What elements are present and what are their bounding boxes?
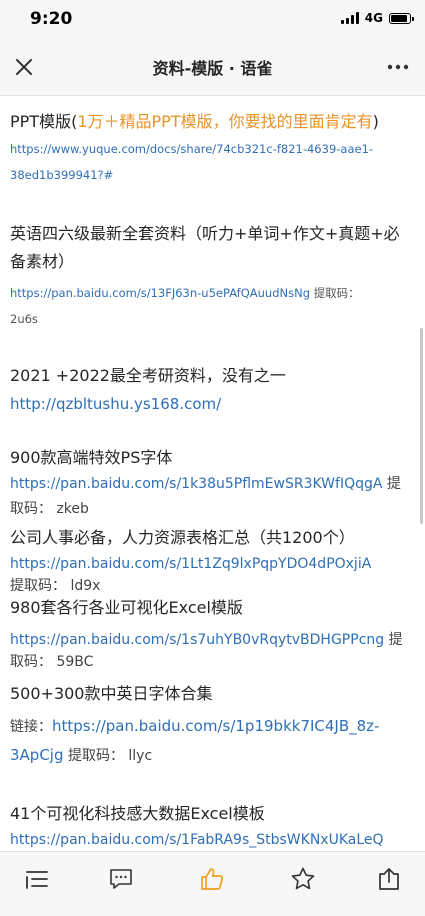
extract-code: 提取码： ld9x	[10, 578, 101, 594]
baidu-link[interactable]: https://pan.baidu.com/s/1s7uhYB0vRqytvBD…	[10, 632, 384, 648]
section-english: 英语四六级最新全套资料（听力+单词+作文+真题+必 备素材） https://p…	[10, 220, 410, 332]
section-heading: 2021 +2022最全考研资料，没有之一	[10, 366, 286, 385]
close-icon[interactable]	[12, 55, 36, 79]
nav-bar: 资料-模版 · 语雀	[0, 38, 425, 96]
section-heading: 41个可视化科技感大数据Excel模板	[10, 804, 265, 823]
network-type: 4G	[364, 11, 383, 25]
status-bar: 9:20 4G	[0, 0, 425, 38]
extract-code: 取码： zkeb	[10, 501, 89, 517]
share-icon[interactable]	[376, 866, 402, 892]
section-ps-fonts: 900款高端特效PS字体 https://pan.baidu.com/s/1k3…	[10, 444, 410, 522]
section-bigdata-excel: 41个可视化科技感大数据Excel模板 https://pan.baidu.co…	[10, 800, 410, 851]
extract-code: 取码： 59BC	[10, 654, 94, 670]
site-link[interactable]: http://qzbltushu.ys168.com/	[10, 390, 410, 418]
baidu-link-cont[interactable]: 3ApCjg	[10, 746, 64, 764]
baidu-link[interactable]: https://pan.baidu.com/s/13FJ63n-u5ePAfQA…	[10, 286, 310, 300]
battery-icon	[389, 12, 414, 24]
section-kaoyan: 2021 +2022最全考研资料，没有之一 http://qzbltushu.y…	[10, 362, 410, 418]
baidu-link[interactable]: https://pan.baidu.com/s/1Lt1Zq9lxPqpYDO4…	[10, 552, 410, 577]
status-indicators: 4G	[340, 11, 414, 25]
section-excel: 980套各行各业可视化Excel模版 https://pan.baidu.com…	[10, 594, 410, 671]
section-hr: 公司人事必备，人力资源表格汇总（共1200个） https://pan.baid…	[10, 524, 410, 595]
section-heading: 980套各行各业可视化Excel模版	[10, 598, 243, 617]
section-heading: 500+300款中英日字体合集	[10, 684, 213, 703]
link-prefix: 链接：	[10, 719, 52, 735]
baidu-link[interactable]: https://pan.baidu.com/s/1p19bkk7IC4JB_8z…	[52, 717, 379, 735]
baidu-link[interactable]: https://pan.baidu.com/s/1k38u5PflmEwSR3K…	[10, 476, 382, 492]
section-heading: 公司人事必备，人力资源表格汇总（共1200个）	[10, 528, 355, 547]
status-time: 9:20	[30, 9, 73, 29]
section-heading: 英语四六级最新全套资料（听力+单词+作文+真题+必 备素材）	[10, 224, 400, 271]
more-icon[interactable]	[385, 55, 411, 79]
section-heading: PPT模版(1万＋精品PPT模版，你要找的里面肯定有)	[10, 112, 379, 131]
code-label: 提取码：	[310, 286, 360, 300]
comment-icon[interactable]	[108, 866, 134, 892]
like-icon[interactable]	[199, 866, 225, 892]
baidu-link[interactable]: https://pan.baidu.com/s/1FabRA9s_StbsWKN…	[10, 828, 410, 851]
scrollbar[interactable]	[420, 328, 423, 524]
bottom-toolbar	[0, 851, 425, 916]
page-title: 资料-模版 · 语雀	[152, 59, 273, 78]
extract-code: 2u6s	[10, 312, 38, 326]
share-link[interactable]: https://www.yuque.com/docs/share/74cb321…	[10, 136, 410, 188]
section-ppt: PPT模版(1万＋精品PPT模版，你要找的里面肯定有) https://www.…	[10, 108, 410, 188]
toc-icon[interactable]	[24, 866, 50, 892]
section-font-collection: 500+300款中英日字体合集 链接：https://pan.baidu.com…	[10, 680, 410, 770]
document-content: PPT模版(1万＋精品PPT模版，你要找的里面肯定有) https://www.…	[0, 96, 425, 851]
section-heading: 900款高端特效PS字体	[10, 448, 173, 467]
heading-accent: 1万＋精品PPT模版，你要找的里面肯定有	[77, 112, 373, 131]
star-icon[interactable]	[290, 866, 316, 892]
extract-code: 提取码： llyc	[63, 748, 153, 764]
signal-icon	[340, 12, 359, 24]
